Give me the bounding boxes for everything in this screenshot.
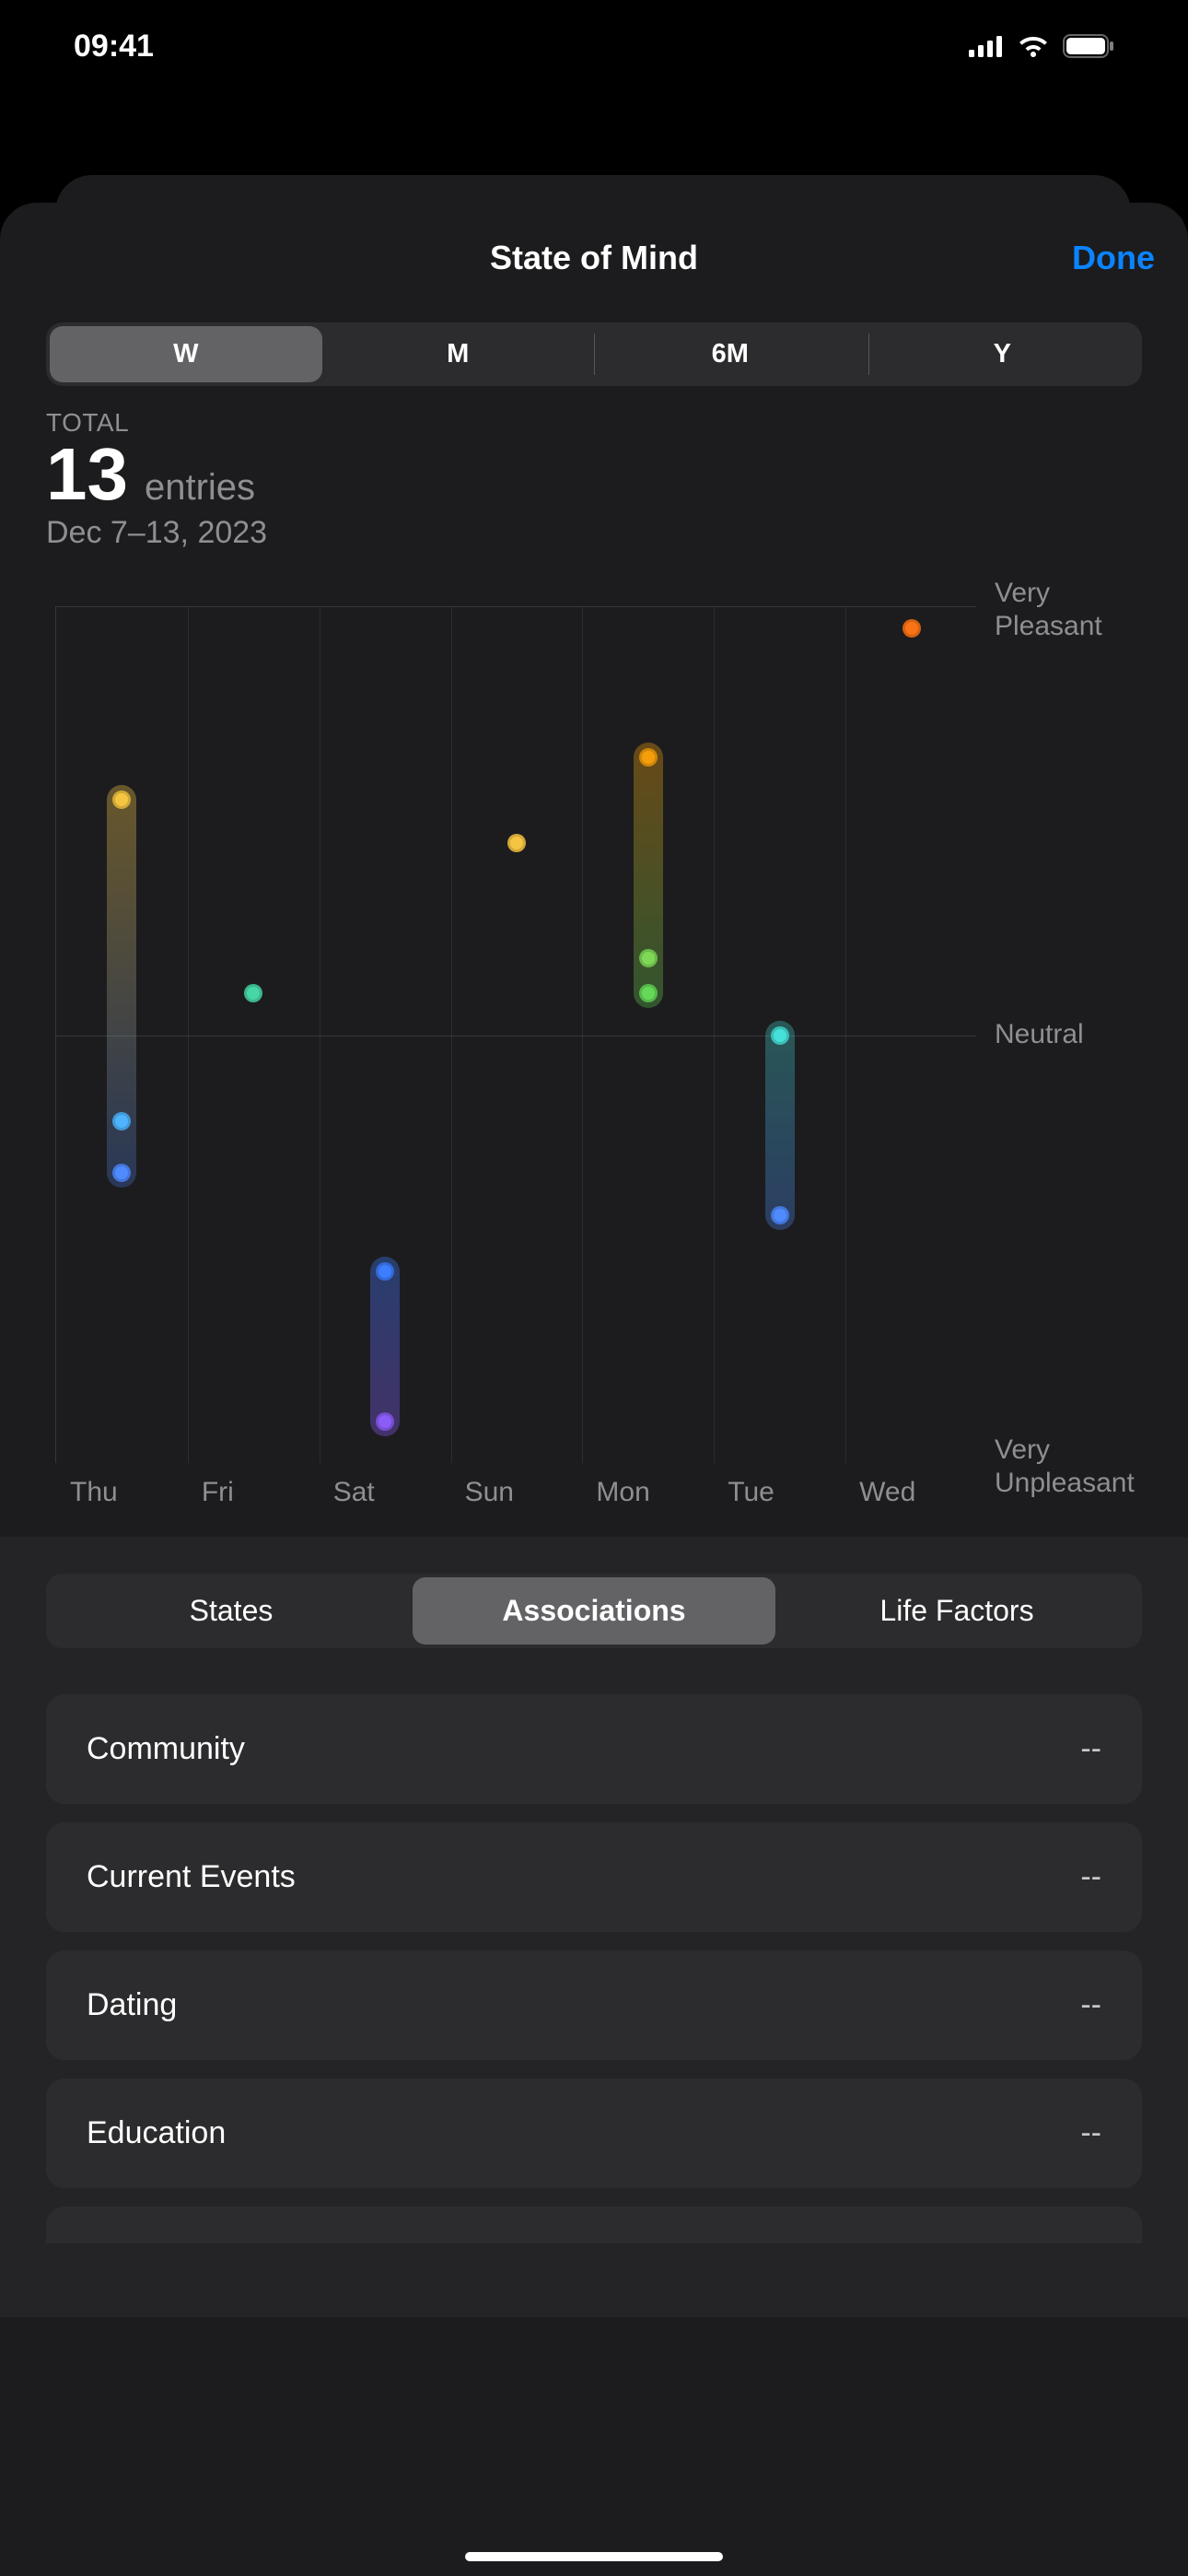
chart-x-label: Wed <box>859 1477 915 1508</box>
chart-y-label: VeryPleasant <box>995 577 1102 643</box>
sheet-header: State of Mind Done <box>0 203 1188 313</box>
association-label: Community <box>87 1731 245 1767</box>
range-seg-w[interactable]: W <box>50 326 322 382</box>
status-indicators <box>969 34 1114 58</box>
status-bar: 09:41 <box>0 0 1188 92</box>
range-segmented-control[interactable]: WM6MY <box>46 322 1142 386</box>
chart-point[interactable] <box>244 984 262 1002</box>
cellular-icon <box>969 35 1004 57</box>
state-of-mind-chart[interactable]: VeryPleasant Neutral VeryUnpleasant Thu Fri… <box>46 579 1142 1537</box>
association-row-education[interactable]: Education -- <box>46 2078 1142 2188</box>
range-seg-6m[interactable]: 6M <box>594 326 867 382</box>
association-value: -- <box>1080 1731 1101 1767</box>
detail-seg-associations[interactable]: Associations <box>413 1577 775 1645</box>
chart-point[interactable] <box>376 1412 394 1431</box>
range-seg-m[interactable]: M <box>322 326 595 382</box>
modal-sheet: State of Mind Done WM6MY TOTAL 13 entrie… <box>0 203 1188 2576</box>
summary-value: 13 <box>46 438 128 511</box>
wifi-icon <box>1017 34 1050 58</box>
association-label: Education <box>87 2115 226 2151</box>
done-button[interactable]: Done <box>1072 239 1155 277</box>
chart-plot-area <box>55 606 976 1463</box>
association-value: -- <box>1080 1987 1101 2023</box>
associations-list: Community--Current Events--Dating--Educa… <box>46 1694 1142 2243</box>
chart-point[interactable] <box>639 748 658 767</box>
range-seg-y[interactable]: Y <box>867 326 1139 382</box>
association-value: -- <box>1080 2115 1101 2151</box>
summary-unit: entries <box>145 467 255 509</box>
detail-section: StatesAssociationsLife Factors Community… <box>0 1537 1188 2317</box>
chart-point[interactable] <box>639 984 658 1002</box>
chart-y-label: VeryUnpleasant <box>995 1434 1135 1500</box>
chart-point[interactable] <box>771 1206 789 1224</box>
chart-track <box>370 1257 400 1436</box>
detail-seg-states[interactable]: States <box>50 1577 413 1645</box>
association-row-current-events[interactable]: Current Events -- <box>46 1822 1142 1932</box>
chart-track <box>634 743 663 1008</box>
chart-x-label: Sat <box>333 1477 375 1508</box>
chart-x-label: Tue <box>728 1477 775 1508</box>
sheet-title: State of Mind <box>490 239 698 277</box>
detail-segmented-control[interactable]: StatesAssociationsLife Factors <box>46 1574 1142 1648</box>
status-time: 09:41 <box>74 29 154 64</box>
association-value: -- <box>1080 1859 1101 1895</box>
chart-x-label: Sun <box>465 1477 514 1508</box>
chart-point[interactable] <box>507 834 526 852</box>
association-row-partial[interactable] <box>46 2207 1142 2243</box>
association-label: Dating <box>87 1987 177 2023</box>
summary-label: TOTAL <box>46 408 1142 438</box>
chart-point[interactable] <box>771 1026 789 1045</box>
association-row-community[interactable]: Community -- <box>46 1694 1142 1804</box>
chart-track <box>765 1021 795 1230</box>
chart-y-label: Neutral <box>995 1018 1084 1051</box>
home-indicator[interactable] <box>465 2552 723 2561</box>
summary-block: TOTAL 13 entries Dec 7–13, 2023 <box>46 408 1142 551</box>
association-label: Current Events <box>87 1859 296 1895</box>
chart-x-label: Mon <box>596 1477 649 1508</box>
summary-date-range: Dec 7–13, 2023 <box>46 515 1142 551</box>
chart-x-label: Fri <box>202 1477 234 1508</box>
battery-icon <box>1063 34 1114 58</box>
chart-x-label: Thu <box>70 1477 118 1508</box>
association-row-dating[interactable]: Dating -- <box>46 1950 1142 2060</box>
detail-seg-life-factors[interactable]: Life Factors <box>775 1577 1138 1645</box>
chart-point[interactable] <box>376 1262 394 1281</box>
chart-point[interactable] <box>903 619 921 638</box>
